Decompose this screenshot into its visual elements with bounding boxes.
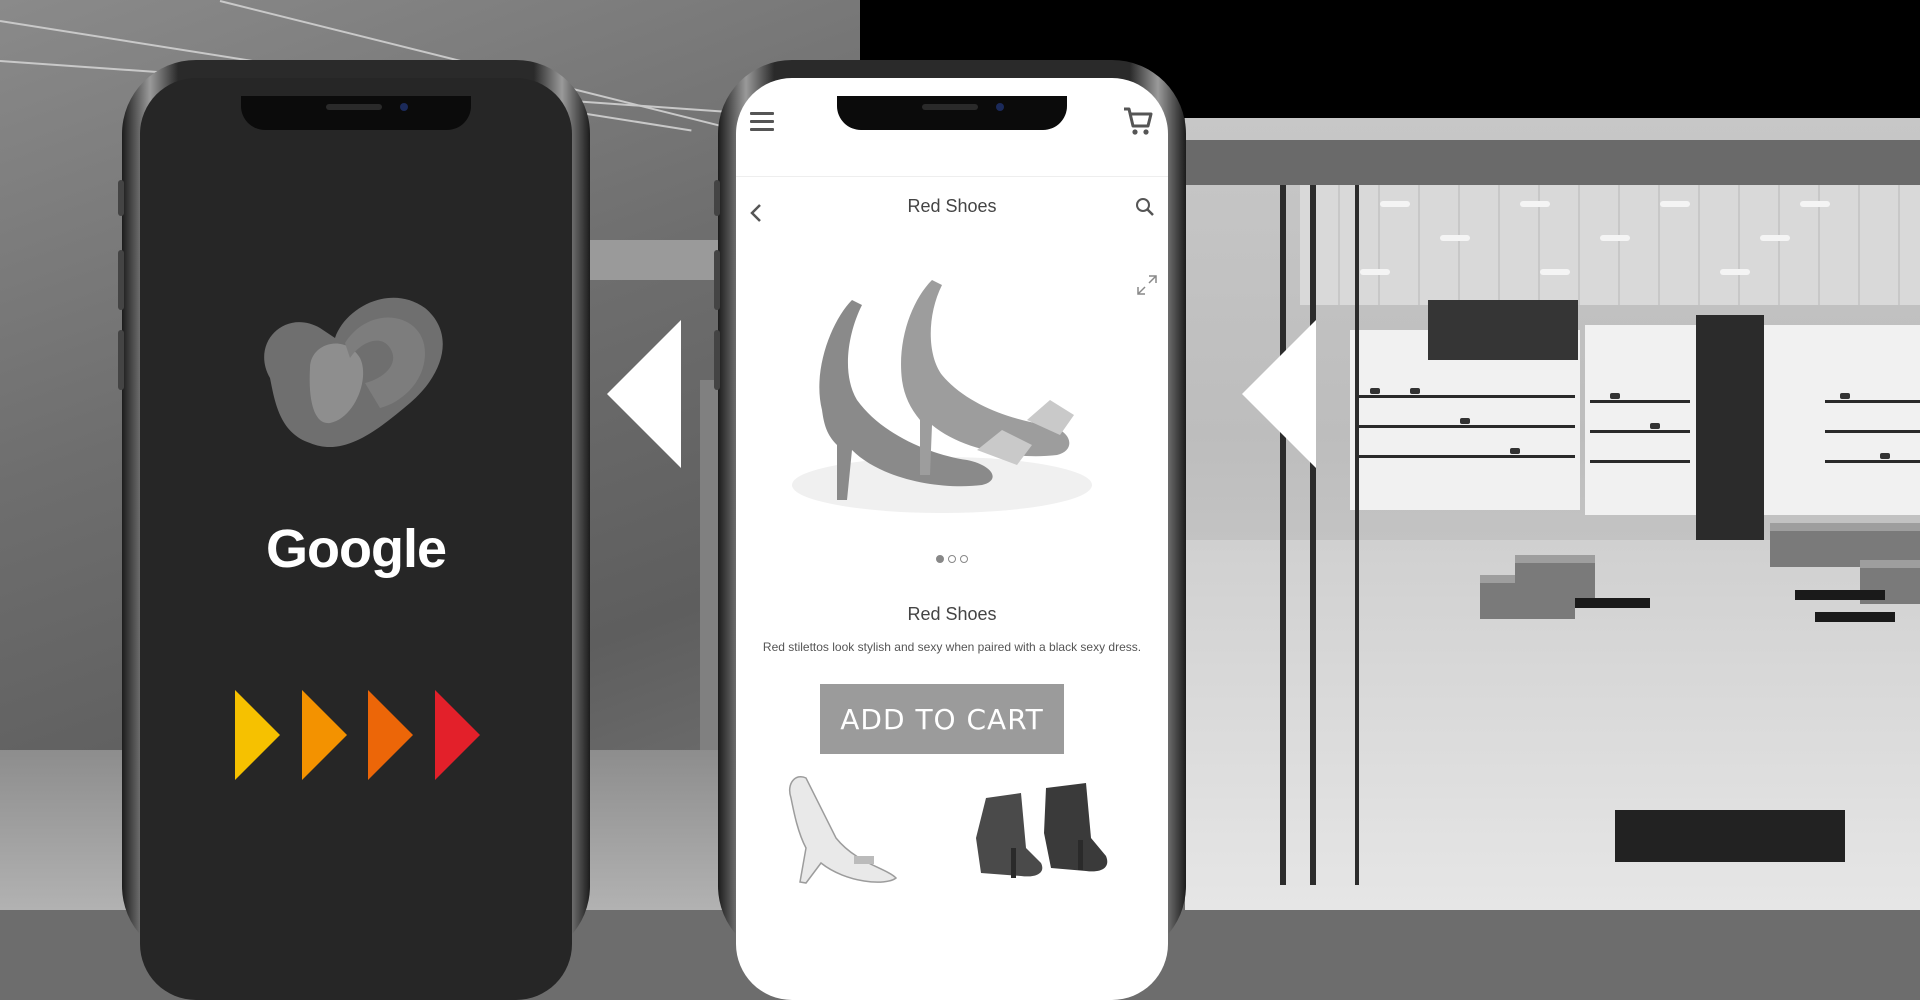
google-pay-screen: Google [140,78,572,1000]
phone-notch [837,96,1067,130]
image-carousel-dots [736,555,1168,563]
search-icon[interactable] [1134,196,1156,218]
store-facade [1185,140,1920,185]
product-name: Red Shoes [907,604,997,624]
page-title: Red Shoes [907,196,997,216]
left-arrow-icon [607,320,681,468]
chevron-arrow-icon [235,690,280,780]
carousel-dot[interactable] [960,555,968,563]
glass-door-frame [1310,185,1316,885]
product-screen: Red Shoes Red Shoes Red stilettos look s… [736,78,1168,1000]
phone-google-pay: Google [118,60,590,1000]
carousel-dot[interactable] [936,555,944,563]
store-wall-panel [1428,300,1578,360]
google-wordmark: Google [266,519,447,579]
chevron-arrow-icon [435,690,480,780]
chevrons-graphic [235,690,480,780]
related-product-black-boots[interactable] [966,778,1116,888]
left-arrow-icon [1242,320,1316,468]
chevron-arrow-icon [302,690,347,780]
product-image[interactable] [792,260,1092,520]
store-ceiling [1300,185,1920,305]
doormat [1615,810,1845,862]
related-product-white-heels[interactable] [776,768,906,888]
glass-door-frame [1280,185,1286,885]
store-bench [1515,555,1595,599]
carousel-dot[interactable] [948,555,956,563]
add-to-cart-button[interactable]: ADD TO CART [820,684,1064,754]
expand-icon[interactable] [1136,274,1158,296]
glass-door-frame [1355,185,1359,885]
shopping-cart-icon[interactable] [1122,105,1154,137]
chevron-arrow-icon [368,690,413,780]
google-pay-logo-icon [264,297,443,448]
phone-notch [241,96,471,130]
product-description: Red stilettos look stylish and sexy when… [762,640,1142,654]
hamburger-menu-icon[interactable] [750,112,774,132]
phone-shop-app: Red Shoes Red Shoes Red stilettos look s… [714,60,1186,1000]
